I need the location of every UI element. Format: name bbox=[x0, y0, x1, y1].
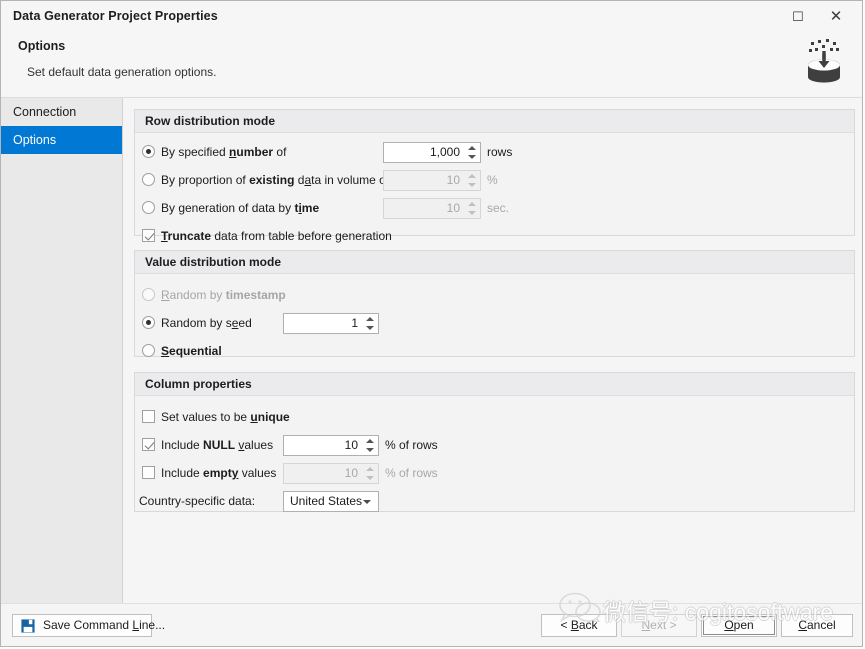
navigation-sidebar: Connection Options bbox=[1, 98, 123, 607]
spinner-arrows-icon[interactable] bbox=[467, 173, 476, 188]
label-set-unique: Set values to be unique bbox=[161, 410, 290, 424]
radio-random-timestamp[interactable] bbox=[142, 288, 155, 301]
cancel-button[interactable]: Cancel bbox=[781, 614, 853, 637]
column-properties-panel: Column properties Set values to be uniqu… bbox=[134, 372, 855, 512]
label-truncate: Truncate data from table before generati… bbox=[161, 229, 392, 243]
dialog-header: Data Generator Project Properties ☐ ✕ Op… bbox=[1, 1, 862, 98]
null-percent-spinner[interactable]: 10 bbox=[283, 435, 379, 456]
label-random-timestamp: Random by timestamp bbox=[161, 288, 286, 302]
empty-percent-unit: % of rows bbox=[385, 466, 438, 480]
seed-value-spinner[interactable]: 1 bbox=[283, 313, 379, 334]
chevron-down-icon[interactable] bbox=[363, 500, 371, 504]
proportion-percent-spinner[interactable]: 10 bbox=[383, 170, 481, 191]
empty-percent-spinner[interactable]: 10 bbox=[283, 463, 379, 484]
seed-value: 1 bbox=[351, 316, 358, 330]
radio-sequential[interactable] bbox=[142, 344, 155, 357]
time-seconds-spinner[interactable]: 10 bbox=[383, 198, 481, 219]
spinner-arrows-icon[interactable] bbox=[467, 145, 476, 160]
dialog-footer: Save Command Line... < Back Next > Open … bbox=[1, 603, 862, 646]
spinner-arrows-icon[interactable] bbox=[467, 201, 476, 216]
option-by-specified-number[interactable]: By specified number of 1,000 rows bbox=[135, 141, 854, 165]
label-sequential: Sequential bbox=[161, 344, 222, 358]
proportion-percent-value: 10 bbox=[446, 173, 460, 187]
option-random-timestamp[interactable]: Random by timestamp bbox=[135, 284, 854, 308]
options-content: Row distribution mode By specified numbe… bbox=[124, 98, 862, 603]
country-select-value: United States bbox=[290, 494, 363, 508]
option-random-seed[interactable]: Random by seed 1 bbox=[135, 312, 854, 336]
option-sequential[interactable]: Sequential bbox=[135, 340, 854, 364]
floppy-disk-save-icon bbox=[21, 619, 35, 633]
spinner-arrows-icon[interactable] bbox=[365, 438, 374, 453]
maximize-icon[interactable]: ☐ bbox=[784, 5, 812, 29]
page-title: Options bbox=[18, 39, 66, 53]
label-by-time: By generation of data by time bbox=[161, 201, 320, 215]
dialog-window: Data Generator Project Properties ☐ ✕ Op… bbox=[0, 0, 863, 647]
next-button: Next > bbox=[621, 614, 697, 637]
spinner-arrows-icon[interactable] bbox=[365, 466, 374, 481]
option-include-null[interactable]: Include NULL values 10 % of rows bbox=[135, 434, 854, 458]
null-percent-unit: % of rows bbox=[385, 438, 438, 452]
row-distribution-panel: Row distribution mode By specified numbe… bbox=[134, 109, 855, 243]
country-select[interactable]: United States bbox=[283, 491, 379, 512]
sidebar-item-connection[interactable]: Connection bbox=[1, 98, 122, 126]
close-icon[interactable]: ✕ bbox=[822, 5, 850, 29]
value-distribution-panel: Value distribution mode Random by timest… bbox=[134, 250, 855, 358]
save-command-line-label: Save Command Line... bbox=[43, 618, 166, 632]
option-include-empty[interactable]: Include empty values 10 % of rows bbox=[135, 462, 854, 486]
rows-count-value: 1,000 bbox=[429, 145, 460, 159]
column-properties-title: Column properties bbox=[135, 373, 854, 396]
option-truncate[interactable]: Truncate data from table before generati… bbox=[135, 225, 854, 249]
open-button[interactable]: Open bbox=[701, 614, 777, 637]
checkbox-include-null[interactable] bbox=[142, 438, 155, 451]
rows-unit-label: rows bbox=[487, 145, 513, 159]
save-command-line-button[interactable]: Save Command Line... bbox=[12, 614, 165, 637]
checkbox-include-empty[interactable] bbox=[142, 466, 155, 479]
value-distribution-title: Value distribution mode bbox=[135, 251, 854, 274]
option-by-time[interactable]: By generation of data by time 10 sec. bbox=[135, 197, 854, 221]
radio-random-seed[interactable] bbox=[142, 316, 155, 329]
spinner-arrows-icon[interactable] bbox=[365, 316, 374, 331]
empty-percent-value: 10 bbox=[344, 466, 358, 480]
label-by-proportion: By proportion of existing data in volume… bbox=[161, 173, 390, 187]
label-random-seed: Random by seed bbox=[161, 316, 252, 330]
checkbox-set-unique[interactable] bbox=[142, 410, 155, 423]
label-include-null: Include NULL values bbox=[161, 438, 274, 452]
window-title: Data Generator Project Properties bbox=[13, 9, 218, 23]
radio-by-specified-number[interactable] bbox=[142, 145, 155, 158]
time-unit-label: sec. bbox=[487, 201, 510, 215]
radio-by-proportion[interactable] bbox=[142, 173, 155, 186]
time-seconds-value: 10 bbox=[446, 201, 460, 215]
option-set-unique[interactable]: Set values to be unique bbox=[135, 406, 854, 430]
null-percent-value: 10 bbox=[344, 438, 358, 452]
label-country-specific: Country-specific data: bbox=[139, 494, 256, 508]
sidebar-item-options[interactable]: Options bbox=[1, 126, 122, 154]
label-include-empty: Include empty values bbox=[161, 466, 277, 480]
page-subtitle: Set default data generation options. bbox=[27, 65, 217, 79]
option-by-proportion[interactable]: By proportion of existing data in volume… bbox=[135, 169, 854, 193]
option-country-specific: Country-specific data: United States bbox=[135, 490, 854, 514]
data-generator-icon bbox=[808, 39, 840, 83]
row-distribution-title: Row distribution mode bbox=[135, 110, 854, 133]
label-by-specified-number: By specified number of bbox=[161, 145, 287, 159]
rows-count-spinner[interactable]: 1,000 bbox=[383, 142, 481, 163]
proportion-unit-label: % bbox=[487, 173, 498, 187]
radio-by-time[interactable] bbox=[142, 201, 155, 214]
checkbox-truncate[interactable] bbox=[142, 229, 155, 242]
back-button[interactable]: < Back bbox=[541, 614, 617, 637]
